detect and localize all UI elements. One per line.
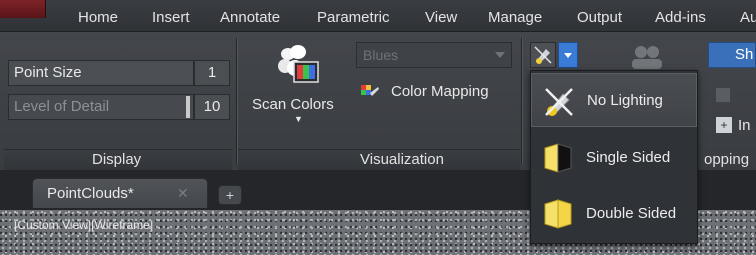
level-of-detail-slider-thumb[interactable] bbox=[186, 96, 190, 118]
lighting-button[interactable] bbox=[530, 42, 556, 68]
menu-item-no-lighting[interactable]: No Lighting bbox=[531, 73, 697, 127]
tab-home[interactable]: Home bbox=[78, 9, 118, 26]
scan-colors-icon[interactable] bbox=[276, 44, 322, 86]
tab-autodesk-partial[interactable]: Au bbox=[740, 9, 756, 26]
tab-annotate[interactable]: Annotate bbox=[220, 9, 280, 26]
application-menu-button[interactable] bbox=[0, 0, 46, 18]
tab-parametric[interactable]: Parametric bbox=[317, 9, 390, 26]
double-sided-lighting-icon bbox=[541, 198, 575, 232]
ribbon-tab-bar: Home Insert Annotate Parametric View Man… bbox=[0, 0, 756, 32]
lighting-dropdown-arrow[interactable] bbox=[558, 42, 578, 68]
document-tab-pointclouds[interactable]: PointClouds* ✕ bbox=[32, 178, 208, 208]
new-tab-button[interactable]: + bbox=[218, 185, 242, 205]
tab-insert[interactable]: Insert bbox=[152, 9, 190, 26]
color-mapping-icon bbox=[360, 83, 382, 105]
disabled-tool-icon bbox=[716, 88, 730, 102]
color-mapping-button[interactable]: Color Mapping bbox=[391, 83, 489, 100]
close-icon[interactable]: ✕ bbox=[177, 185, 189, 202]
point-size-input[interactable]: 1 bbox=[194, 60, 230, 86]
panel-divider bbox=[521, 38, 522, 164]
menu-item-double-sided[interactable]: Double Sided bbox=[531, 187, 697, 241]
tab-view[interactable]: View bbox=[425, 9, 457, 26]
scan-colors-button[interactable]: Scan Colors bbox=[252, 96, 334, 113]
display-panel-title: Display bbox=[92, 151, 142, 168]
show-button-label: Sh bbox=[735, 46, 754, 63]
menu-item-label: Double Sided bbox=[586, 205, 677, 222]
tab-output[interactable]: Output bbox=[577, 9, 622, 26]
document-tab-label: PointClouds* bbox=[47, 185, 134, 202]
no-lighting-icon bbox=[542, 85, 576, 119]
tab-manage[interactable]: Manage bbox=[488, 9, 542, 26]
scan-colors-dropdown-arrow[interactable]: ▼ bbox=[294, 114, 303, 124]
insert-button-partial[interactable]: In bbox=[738, 117, 751, 134]
menu-item-label: Single Sided bbox=[586, 149, 671, 166]
color-scheme-select[interactable]: Blues bbox=[356, 42, 512, 68]
show-button-partial[interactable]: Sh bbox=[708, 42, 756, 68]
color-scheme-value: Blues bbox=[363, 47, 399, 63]
visualization-panel-title: Visualization bbox=[360, 151, 444, 168]
tab-add-ins[interactable]: Add-ins bbox=[655, 9, 706, 26]
lighting-dropdown-menu: No Lighting Single Sided Double Sided bbox=[530, 70, 698, 244]
menu-item-single-sided[interactable]: Single Sided bbox=[531, 131, 697, 185]
users-icon bbox=[628, 44, 666, 70]
point-size-label: Point Size bbox=[8, 60, 194, 86]
chevron-down-icon bbox=[495, 52, 505, 58]
cropping-panel-title-partial: opping bbox=[704, 151, 750, 168]
viewport-controls-label[interactable]: [Custom View][Wireframe] bbox=[14, 218, 153, 232]
level-of-detail-input[interactable]: 10 bbox=[194, 94, 230, 120]
panel-divider bbox=[236, 38, 237, 164]
level-of-detail-slider[interactable]: Level of Detail bbox=[8, 94, 194, 120]
insert-icon: + bbox=[716, 117, 732, 133]
single-sided-lighting-icon bbox=[541, 142, 575, 176]
menu-item-label: No Lighting bbox=[587, 92, 663, 109]
